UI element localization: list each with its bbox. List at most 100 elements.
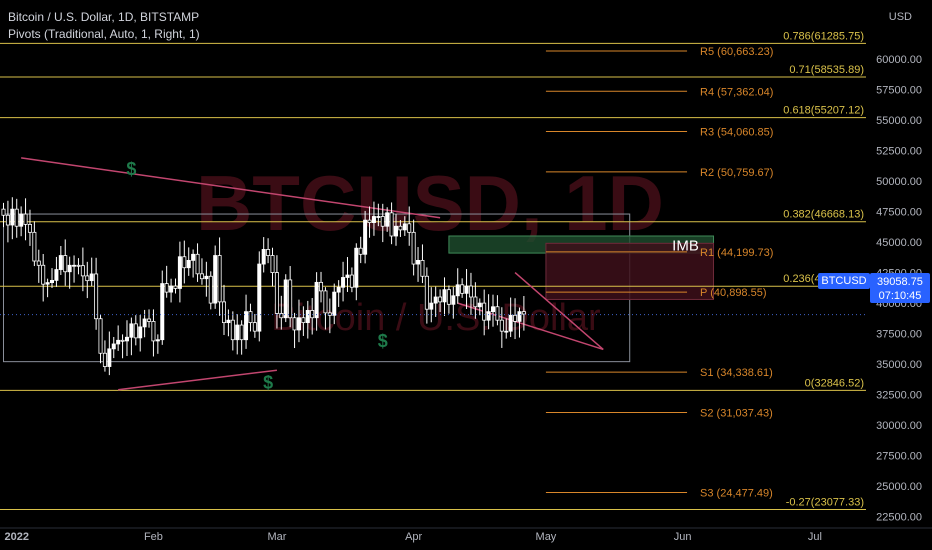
price-axis[interactable] <box>866 0 932 528</box>
candle-body <box>147 318 152 322</box>
candle-body <box>499 319 504 332</box>
time-axis[interactable] <box>0 528 932 550</box>
candle-body <box>429 302 434 310</box>
pivot-r1-label: R1 (44,199.73) <box>700 247 773 259</box>
last-price-value: 39058.75 <box>877 276 923 288</box>
candle-body <box>41 264 46 285</box>
candle-body <box>124 336 129 342</box>
candle-body <box>80 265 85 277</box>
candle-body <box>36 260 41 266</box>
candle-body <box>455 284 460 297</box>
candle-body <box>433 296 438 304</box>
candle-body <box>424 275 429 310</box>
pivot-r4-label: R4 (57,362.04) <box>700 86 773 98</box>
pivot-s1-label: S1 (34,338.61) <box>700 367 773 379</box>
candle-body <box>274 272 279 314</box>
candle-body <box>230 319 235 341</box>
candle-body <box>393 225 398 237</box>
candle-body <box>266 249 271 256</box>
candle-body <box>486 311 491 321</box>
candle-body <box>451 295 456 305</box>
candle-body <box>72 264 77 267</box>
candle-body <box>23 213 28 225</box>
candle-body <box>98 318 103 354</box>
candle-body <box>380 216 385 227</box>
price-axis-tick-label: 22500.00 <box>876 512 922 524</box>
pivot-s2-label: S2 (31,037.43) <box>700 407 773 419</box>
candle-body <box>292 317 297 331</box>
candle-body <box>301 317 306 324</box>
candle-body <box>107 348 112 367</box>
candle-body <box>389 212 394 237</box>
candle-body <box>120 339 125 342</box>
candle-body <box>367 219 372 223</box>
currency-label: USD <box>889 11 912 23</box>
price-chart[interactable]: BTCUSD, 1DBitcoin / U.S. DollarIMB0.786(… <box>0 0 932 550</box>
candle-body <box>252 322 257 332</box>
time-axis-tick-label: Jul <box>808 531 822 543</box>
fib-level-label: -0.27(23077.33) <box>786 497 864 509</box>
candle-body <box>261 249 266 265</box>
candle-body <box>349 274 354 288</box>
candle-body <box>204 275 209 280</box>
candle-body <box>477 302 482 308</box>
candle-body <box>244 311 249 341</box>
candle-body <box>345 274 350 278</box>
price-axis-tick-label: 35000.00 <box>876 359 922 371</box>
price-axis-tick-label: 27500.00 <box>876 451 922 463</box>
candle-body <box>310 310 315 319</box>
candle-body <box>142 318 147 328</box>
candle-body <box>164 283 169 293</box>
candle-body <box>416 259 421 265</box>
candle-body <box>468 285 473 298</box>
price-axis-tick-label: 30000.00 <box>876 420 922 432</box>
candle-body <box>402 223 407 231</box>
candle-body <box>398 225 403 231</box>
candle-body <box>50 280 55 284</box>
candle-body <box>5 214 10 226</box>
candle-body <box>495 306 500 321</box>
candle-body <box>54 269 59 281</box>
candle-body <box>354 247 359 288</box>
candle-body <box>482 302 487 321</box>
price-axis-tick-label: 45000.00 <box>876 237 922 249</box>
fib-level-label: 0.382(46668.13) <box>783 209 864 221</box>
candle-body <box>464 285 469 294</box>
candle-body <box>296 317 301 331</box>
candle-body <box>58 255 63 270</box>
candle-body <box>199 273 204 280</box>
candle-body <box>191 253 196 261</box>
candle-body <box>460 284 465 294</box>
candle-body <box>319 281 324 292</box>
time-axis-tick-label: May <box>536 531 557 543</box>
trendline[interactable] <box>118 369 278 391</box>
candle-body <box>213 255 218 304</box>
price-axis-tick-label: 55000.00 <box>876 115 922 127</box>
candle-body <box>332 291 337 316</box>
price-axis-tick-label: 52500.00 <box>876 146 922 158</box>
legend-pivots-indicator[interactable]: Pivots (Traditional, Auto, 1, Right, 1) <box>8 27 200 41</box>
price-axis-tick-label: 57500.00 <box>876 85 922 97</box>
candle-body <box>1 208 6 216</box>
chart-root[interactable]: BTCUSD, 1D Bitcoin / U.S. Dollar IMB 0.786(… <box>0 0 932 550</box>
time-axis-tick-label: 2022 <box>4 531 28 543</box>
dollar-marker-icon: $ <box>263 373 273 393</box>
bar-countdown: 07:10:45 <box>879 290 922 302</box>
candle-body <box>371 216 376 223</box>
candle-body <box>89 273 94 282</box>
candle-body <box>226 319 231 324</box>
candle-body <box>173 285 178 289</box>
candle-body <box>420 259 425 277</box>
candle-body <box>27 224 32 233</box>
candle-body <box>385 212 390 227</box>
time-axis-tick-label: Jun <box>674 531 692 543</box>
dollar-marker-icon: $ <box>378 331 388 351</box>
candle-body <box>363 219 368 255</box>
pivot-s3-label: S3 (24,477.49) <box>700 487 773 499</box>
candle-body <box>235 324 240 341</box>
candle-body <box>129 323 134 338</box>
candle-body <box>270 255 275 274</box>
candle-body <box>305 310 310 324</box>
candle-body <box>182 256 187 269</box>
candle-body <box>169 285 174 293</box>
